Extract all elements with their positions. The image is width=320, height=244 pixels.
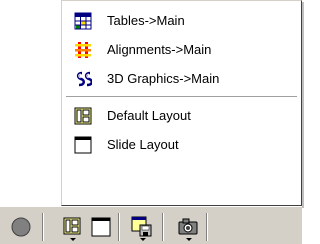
slide-layout-button[interactable] [89, 215, 113, 239]
menu-item-tables-main[interactable]: Tables->Main [62, 6, 301, 35]
menu-item-slide-layout[interactable]: Slide Layout [62, 130, 301, 159]
camera-button[interactable] [176, 215, 200, 241]
toolbar-separator [206, 213, 208, 241]
menu-item-label: Alignments->Main [107, 42, 212, 57]
alignments-icon [75, 42, 91, 58]
slide-layout-icon [91, 217, 111, 237]
menu-item-label: Default Layout [107, 108, 191, 123]
save-window-button[interactable] [130, 215, 154, 241]
save-window-icon [131, 216, 152, 237]
slide-layout-icon [74, 136, 92, 154]
menu-item-label: Tables->Main [107, 13, 185, 28]
layout-popup-menu: Tables->Main Alignments->Main 3D Graphic… [61, 0, 302, 206]
chevron-down-icon [186, 238, 192, 241]
toolbar-separator [42, 213, 44, 241]
toolbar-separator [118, 213, 120, 241]
default-layout-icon [74, 107, 92, 125]
menu-item-3d-graphics-main[interactable]: 3D Graphics->Main [62, 64, 301, 93]
toolbar-separator [162, 213, 164, 241]
menu-item-default-layout[interactable]: Default Layout [62, 101, 301, 130]
chevron-down-icon [70, 238, 76, 241]
record-button[interactable] [9, 215, 33, 239]
bottom-toolbar [0, 206, 302, 244]
chevron-down-icon [140, 238, 146, 241]
3d-graphics-icon [74, 70, 92, 88]
menu-item-label: Slide Layout [107, 137, 179, 152]
layout-menu-button[interactable] [60, 215, 84, 241]
default-layout-icon [63, 217, 81, 235]
circle-icon [11, 217, 31, 237]
camera-icon [178, 218, 198, 235]
menu-item-alignments-main[interactable]: Alignments->Main [62, 35, 301, 64]
table-icon [74, 12, 92, 30]
menu-item-label: 3D Graphics->Main [107, 71, 220, 86]
menu-separator [66, 96, 297, 98]
